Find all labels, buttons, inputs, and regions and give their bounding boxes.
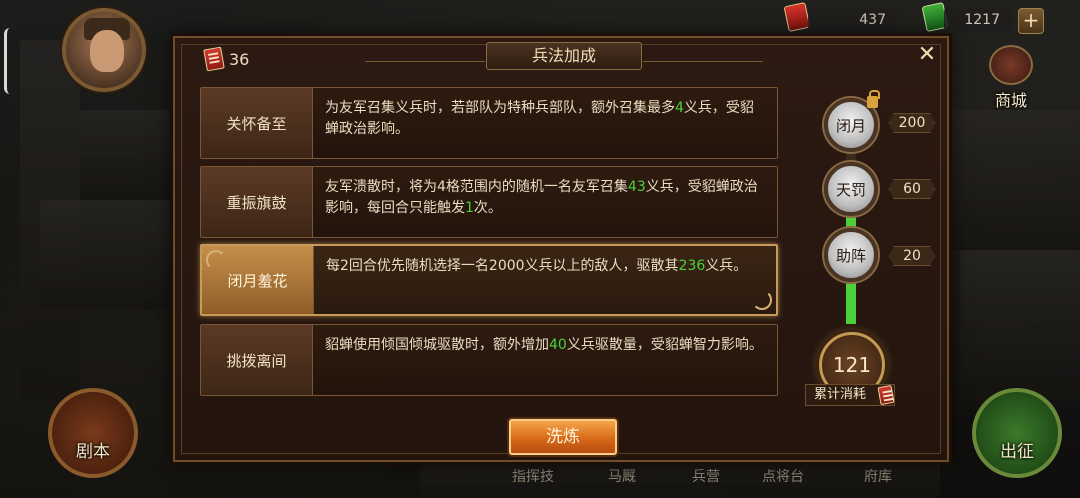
skill-description: 貂蝉使用倾国倾城驱散时，额外增加40义兵驱散量，受貂蝉智力影响。	[313, 325, 777, 395]
refine-button[interactable]: 洗炼	[509, 419, 617, 455]
bottom-tab-treasury[interactable]: 府库	[864, 466, 892, 486]
tactics-bonus-dialog: 兵法加成 ✕ 36 关怀备至 为友军召集义兵时，若部队为特种兵部队，额外召集最多…	[173, 36, 949, 462]
march-button[interactable]: 出征	[972, 388, 1062, 478]
currency-display: 36	[203, 46, 250, 72]
skill-row[interactable]: 挑拨离间 貂蝉使用倾国倾城驱散时，额外增加40义兵驱散量，受貂蝉智力影响。	[200, 324, 778, 396]
shop-icon	[989, 45, 1033, 85]
resource-1-counter: 437	[808, 8, 898, 32]
dialog-title: 兵法加成	[486, 42, 642, 70]
player-avatar[interactable]	[62, 8, 146, 92]
skill-name: 重振旗鼓	[201, 167, 313, 237]
tier-cost: 200	[889, 113, 935, 133]
currency-count: 36	[229, 49, 250, 69]
bottom-tab-barracks[interactable]: 兵营	[692, 466, 720, 486]
add-resource-button[interactable]: +	[1018, 8, 1044, 34]
skill-row[interactable]: 关怀备至 为友军召集义兵时，若部队为特种兵部队，额外召集最多4义兵，受貂蝉政治影…	[200, 87, 778, 159]
skill-name: 关怀备至	[201, 88, 313, 158]
bottom-tab-stable[interactable]: 马厩	[608, 466, 636, 486]
skill-description: 每2回合优先随机选择一名2000义兵以上的敌人，驱散其236义兵。	[314, 246, 776, 314]
skill-row-selected[interactable]: 闭月羞花 每2回合优先随机选择一名2000义兵以上的敌人，驱散其236义兵。	[200, 244, 778, 316]
lock-icon	[867, 90, 880, 108]
corner-ornament-icon	[752, 290, 772, 310]
tier-node-tianfa[interactable]: 天罚	[824, 162, 878, 216]
skill-description: 友军溃散时，将为4格范围内的随机一名友军召集43义兵，受貂蝉政治影响，每回合只能…	[313, 167, 777, 237]
scenario-label: 剧本	[76, 442, 110, 462]
bottom-tab-general-stage[interactable]: 点将台	[762, 466, 804, 486]
tactics-book-icon	[203, 46, 225, 72]
tier-node-zhuzhen[interactable]: 助阵	[824, 228, 878, 282]
shop-button[interactable]: 商城	[978, 45, 1044, 111]
close-button[interactable]: ✕	[915, 44, 939, 68]
system-edge-indicator	[4, 28, 10, 94]
resource-2-counter: 1217	[944, 8, 1012, 32]
skill-name: 挑拨离间	[201, 325, 313, 395]
skill-description: 为友军召集义兵时，若部队为特种兵部队，额外召集最多4义兵，受貂蝉政治影响。	[313, 88, 777, 158]
tactics-book-icon	[877, 384, 895, 406]
scenario-button[interactable]: 剧本	[48, 388, 138, 478]
tier-cost: 60	[889, 179, 935, 199]
title-ornament-right	[643, 48, 763, 62]
tier-cost: 20	[889, 246, 935, 266]
title-ornament-left	[365, 48, 485, 62]
corner-ornament-icon	[206, 250, 226, 270]
march-label: 出征	[1000, 442, 1034, 462]
skill-row[interactable]: 重振旗鼓 友军溃散时，将为4格范围内的随机一名友军召集43义兵，受貂蝉政治影响，…	[200, 166, 778, 238]
bottom-tab-command-skill[interactable]: 指挥技	[512, 466, 554, 486]
shop-label: 商城	[994, 91, 1027, 110]
